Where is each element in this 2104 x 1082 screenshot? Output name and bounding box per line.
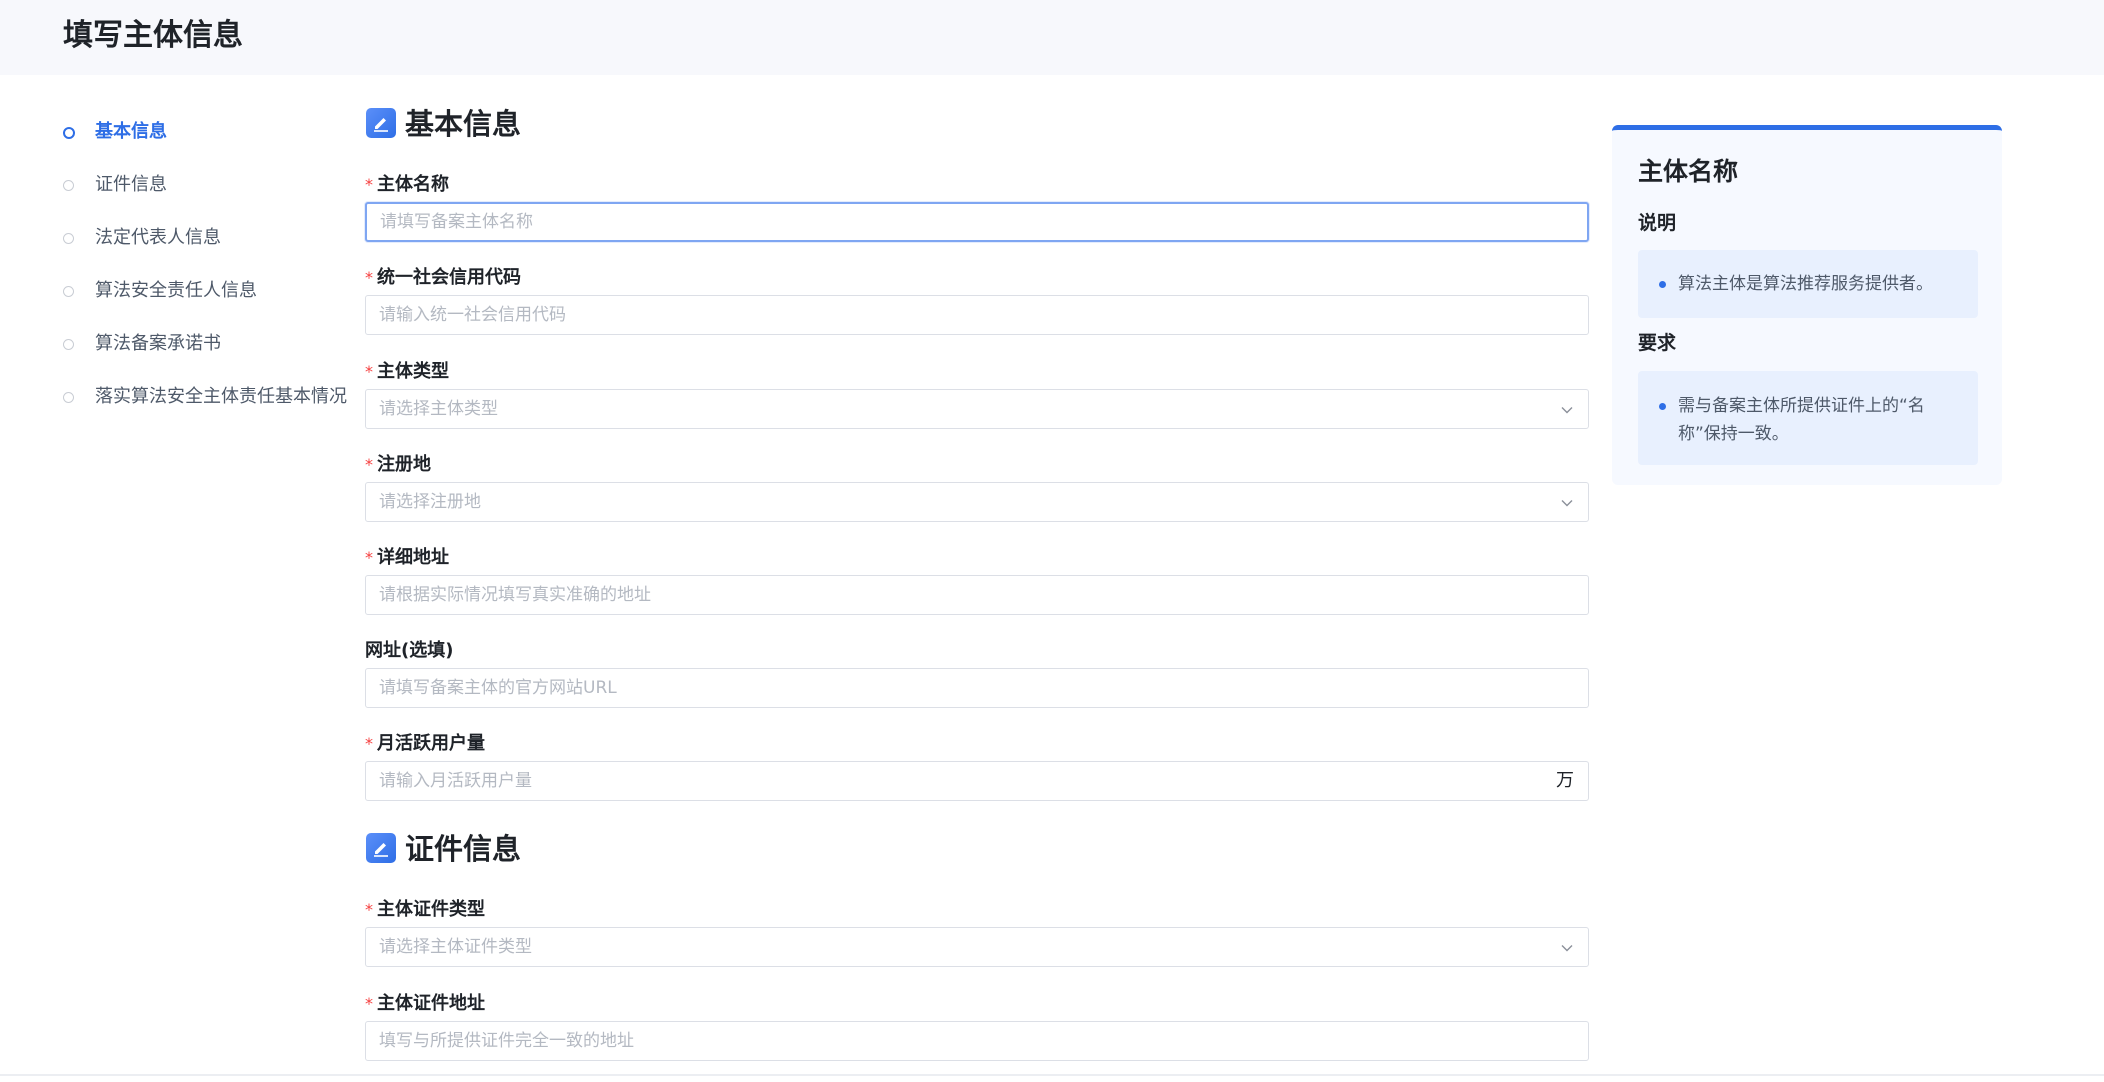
reg-place-select-input[interactable]	[379, 483, 1529, 521]
help-require-text: 需与备案主体所提供证件上的“名称”保持一致。	[1678, 396, 1925, 444]
reg-place-select[interactable]	[365, 482, 1589, 522]
chevron-down-icon[interactable]	[1560, 496, 1574, 510]
page-header: 填写主体信息	[0, 0, 2104, 75]
credit-code-input-box	[365, 295, 1589, 335]
step-item-responsibility[interactable]: 落实算法安全主体责任基本情况	[60, 377, 350, 430]
field-label: * 主体证件地址	[365, 992, 485, 1016]
required-mark: *	[365, 175, 373, 194]
step-item-security-owner[interactable]: 算法安全责任人信息	[60, 271, 350, 324]
step-label: 算法安全责任人信息	[95, 280, 257, 301]
step-label: 证件信息	[95, 174, 167, 195]
required-mark: *	[365, 548, 373, 567]
mau-input-box: 万	[365, 761, 1589, 801]
field-label: * 主体类型	[365, 360, 449, 384]
edit-icon	[366, 833, 396, 863]
cert-address-input[interactable]	[379, 1022, 1529, 1060]
field-label: * 主体名称	[365, 173, 449, 197]
help-panel: 主体名称 说明 算法主体是算法推荐服务提供者。 要求 需与备案主体所提供证件上的…	[1612, 125, 2002, 485]
field-label: * 注册地	[365, 453, 431, 477]
step-nav: 基本信息 证件信息 法定代表人信息 算法安全责任人信息 算法备案承诺书 落实算法…	[60, 112, 350, 430]
step-dot-icon	[63, 233, 74, 244]
address-input-box	[365, 575, 1589, 615]
bottom-divider	[0, 1074, 2104, 1076]
field-label: * 主体证件类型	[365, 898, 485, 922]
bullet-icon	[1659, 281, 1666, 288]
credit-code-input[interactable]	[379, 296, 1529, 334]
step-item-legal-rep[interactable]: 法定代表人信息	[60, 218, 350, 271]
edit-icon	[366, 108, 396, 138]
help-require-label: 要求	[1638, 332, 1677, 354]
step-label: 算法备案承诺书	[95, 333, 221, 354]
bullet-icon	[1659, 403, 1666, 410]
help-explain-label: 说明	[1638, 212, 1677, 234]
field-label: * 月活跃用户量	[365, 732, 485, 756]
chevron-down-icon[interactable]	[1560, 941, 1574, 955]
cert-type-select-input[interactable]	[379, 928, 1529, 966]
website-input[interactable]	[379, 669, 1529, 707]
help-title: 主体名称	[1638, 157, 1739, 186]
website-input-box	[365, 668, 1589, 708]
label-text: 统一社会信用代码	[377, 267, 521, 288]
required-mark: *	[365, 734, 373, 753]
required-mark: *	[365, 362, 373, 381]
label-text: 月活跃用户量	[377, 733, 485, 754]
label-text: 注册地	[377, 454, 431, 475]
label-text: 详细地址	[377, 547, 449, 568]
step-item-cert-info[interactable]: 证件信息	[60, 165, 350, 218]
label-text: 主体名称	[377, 174, 449, 195]
step-dot-icon	[63, 392, 74, 403]
label-text: 主体类型	[377, 361, 449, 382]
mau-input[interactable]	[379, 762, 1529, 800]
cert-type-select[interactable]	[365, 927, 1589, 967]
page-title: 填写主体信息	[63, 18, 243, 53]
required-mark: *	[365, 994, 373, 1013]
address-input[interactable]	[379, 576, 1529, 614]
step-dot-icon	[63, 127, 75, 139]
subject-name-input-box	[365, 202, 1589, 242]
subject-type-select-input[interactable]	[379, 390, 1529, 428]
help-require-card: 需与备案主体所提供证件上的“名称”保持一致。	[1638, 371, 1978, 465]
section-title: 基本信息	[405, 107, 522, 141]
cert-address-input-box	[365, 1021, 1589, 1061]
step-label: 基本信息	[95, 121, 167, 142]
required-mark: *	[365, 455, 373, 474]
help-explain-text: 算法主体是算法推荐服务提供者。	[1678, 274, 1933, 294]
label-text: 主体证件类型	[377, 899, 485, 920]
step-label: 落实算法安全主体责任基本情况	[95, 386, 347, 407]
label-text: 主体证件地址	[377, 993, 485, 1014]
required-mark: *	[365, 268, 373, 287]
help-explain-card: 算法主体是算法推荐服务提供者。	[1638, 250, 1978, 318]
step-dot-icon	[63, 339, 74, 350]
label-text: 网址(选填)	[365, 640, 454, 661]
required-mark: *	[365, 900, 373, 919]
unit-suffix: 万	[1556, 770, 1574, 791]
chevron-down-icon[interactable]	[1560, 403, 1574, 417]
subject-name-input[interactable]	[380, 204, 1530, 240]
field-label: * 详细地址	[365, 546, 449, 570]
step-item-commitment[interactable]: 算法备案承诺书	[60, 324, 350, 377]
step-dot-icon	[63, 180, 74, 191]
field-label: * 统一社会信用代码	[365, 266, 521, 290]
step-label: 法定代表人信息	[95, 227, 221, 248]
subject-type-select[interactable]	[365, 389, 1589, 429]
field-label: 网址(选填)	[365, 639, 453, 663]
section-title: 证件信息	[405, 832, 522, 866]
step-item-basic-info[interactable]: 基本信息	[60, 112, 350, 165]
step-dot-icon	[63, 286, 74, 297]
